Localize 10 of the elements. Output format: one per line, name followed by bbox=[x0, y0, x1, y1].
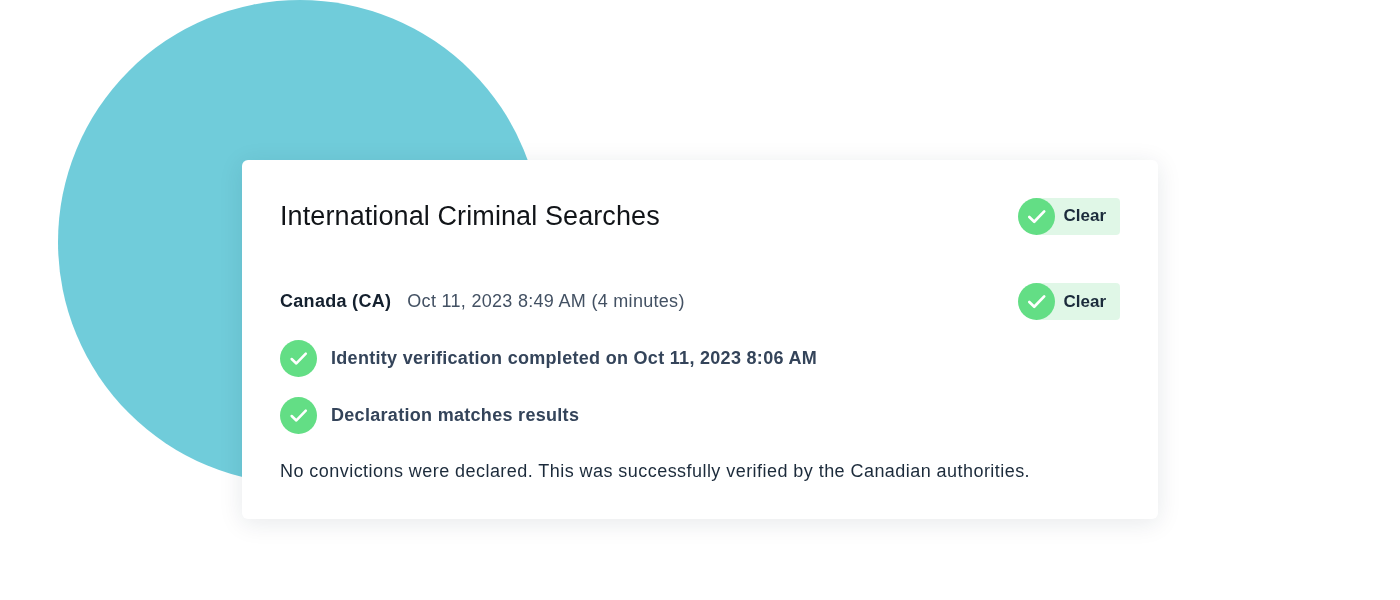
check-text: Declaration matches results bbox=[331, 405, 580, 426]
card-title: International Criminal Searches bbox=[280, 200, 660, 232]
check-text: Identity verification completed on Oct 11, 2023 8:06 AM bbox=[331, 348, 817, 369]
status-label: Clear bbox=[1063, 291, 1106, 312]
country-name: Canada (CA) bbox=[280, 291, 392, 312]
check-icon bbox=[1018, 283, 1056, 320]
status-label: Clear bbox=[1063, 206, 1106, 226]
result-note: No convictions were declared. This was successfully verified by the Canadian authorities. bbox=[280, 460, 1032, 483]
search-timestamp: Oct 11, 2023 8:49 AM (4 minutes) bbox=[407, 291, 685, 312]
check-icon bbox=[1018, 197, 1056, 235]
